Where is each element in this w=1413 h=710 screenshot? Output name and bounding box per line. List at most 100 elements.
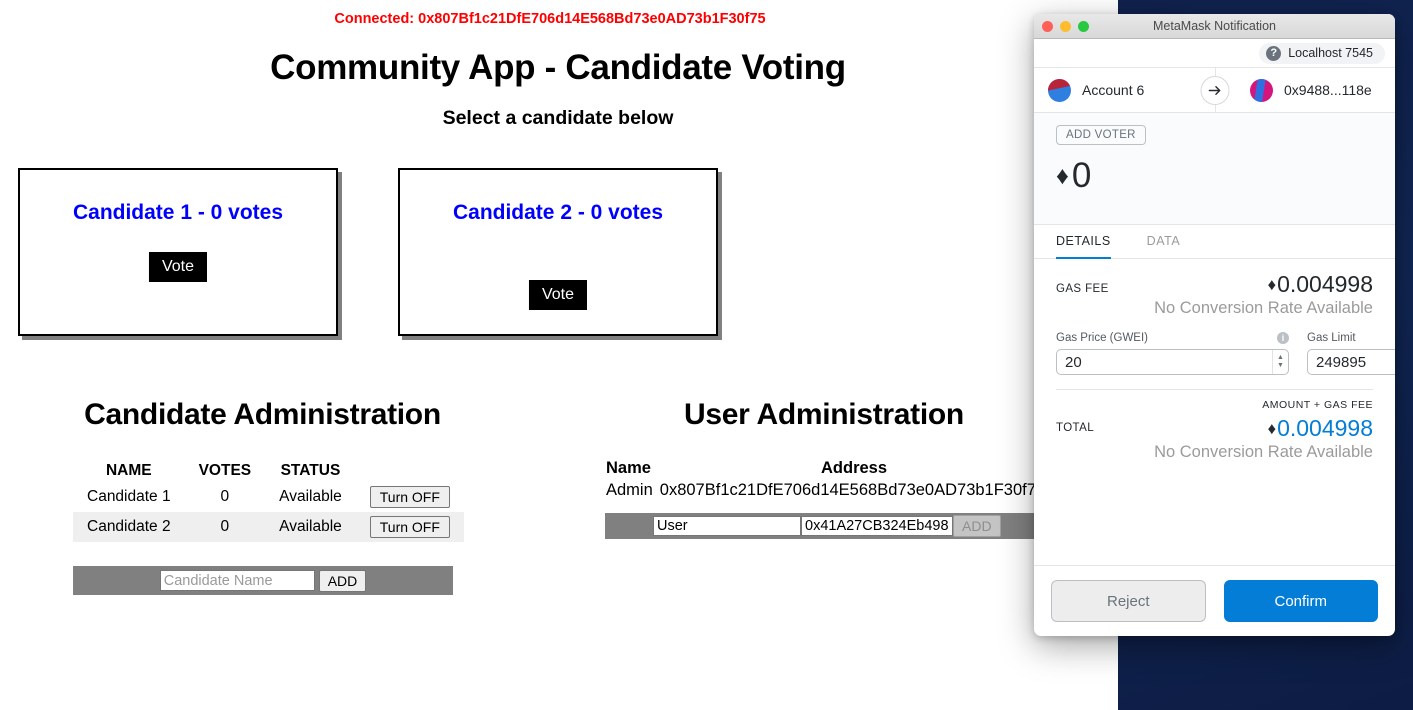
column-header-name: Name [606, 459, 651, 477]
cell-user-name: Admin [606, 481, 653, 499]
column-header-address: Address [821, 459, 888, 477]
column-header-status: STATUS [280, 462, 341, 479]
turn-off-button-candidate-1[interactable]: Turn OFF [369, 486, 450, 508]
table-header-row: NAME VOTES STATUS [73, 460, 464, 482]
add-user-button[interactable]: ADD [953, 515, 1001, 537]
transaction-amount-block: ADD VOTER ♦ 0 [1034, 113, 1395, 225]
cell-candidate-votes: 0 [184, 512, 266, 542]
total-block: AMOUNT + GAS FEE TOTAL ♦ 0.004998 No Con… [1056, 390, 1373, 462]
metamask-notification-window: MetaMask Notification ? Localhost 7545 A… [1034, 14, 1395, 636]
candidate-admin-table: NAME VOTES STATUS Candidate 1 0 Availabl… [73, 460, 464, 542]
sender-avatar-icon [1048, 78, 1071, 102]
sender-account-label: Account 6 [1082, 82, 1145, 98]
gas-fee-amount: ♦ 0.004998 [1109, 271, 1373, 298]
tab-data[interactable]: DATA [1147, 225, 1180, 259]
gas-limit-field: Gas Limit i ▲▼ [1307, 332, 1395, 375]
gas-limit-field-head: Gas Limit i [1307, 332, 1395, 344]
page-subtitle: Select a candidate below [442, 107, 674, 129]
transaction-amount: ♦ 0 [1056, 156, 1395, 196]
column-header-action [356, 460, 464, 482]
gas-price-stepper[interactable]: ▲ ▼ [1272, 350, 1288, 374]
gas-fee-label: GAS FEE [1056, 283, 1109, 295]
transaction-details-panel: GAS FEE ♦ 0.004998 No Conversion Rate Av… [1034, 259, 1395, 462]
gas-fee-amount-value: 0.004998 [1277, 271, 1373, 297]
total-amount: ♦ 0.004998 [1094, 415, 1373, 442]
tab-details[interactable]: DETAILS [1056, 225, 1111, 259]
gas-price-input-wrap: ▲▼ [1056, 349, 1289, 375]
candidate-card-1[interactable]: Candidate 1 - 0 votes Vote [18, 168, 338, 336]
transaction-action-badge: ADD VOTER [1056, 125, 1146, 145]
accounts-row: Account 6 0x9488...118e [1034, 68, 1395, 113]
total-amount-value: 0.004998 [1277, 415, 1373, 441]
network-selector[interactable]: ? Localhost 7545 [1259, 42, 1385, 64]
gas-price-field-head: Gas Price (GWEI) i [1056, 332, 1289, 344]
minimize-window-icon[interactable] [1060, 20, 1071, 32]
close-window-icon[interactable] [1042, 20, 1053, 32]
page-title: Community App - Candidate Voting [270, 48, 846, 87]
table-row: Candidate 2 0 Available Turn OFF [73, 512, 464, 542]
user-administration-heading: User Administration [684, 398, 964, 431]
gas-inputs-row: Gas Price (GWEI) i ▲▼ Gas Limit i ▲▼ [1056, 332, 1395, 375]
ethereum-icon: ♦ [1056, 161, 1069, 190]
cell-candidate-votes: 0 [220, 488, 230, 505]
gas-limit-input[interactable] [1308, 350, 1395, 374]
candidate-name-input[interactable] [159, 570, 315, 591]
recipient-avatar-icon [1250, 78, 1273, 102]
info-icon[interactable]: i [1277, 332, 1289, 344]
gas-limit-input-wrap: ▲▼ [1307, 349, 1395, 375]
cell-candidate-status: Available [279, 488, 342, 505]
add-candidate-button[interactable]: ADD [318, 569, 367, 592]
gas-fee-conversion-note: No Conversion Rate Available [1154, 299, 1373, 317]
vote-button-candidate-2[interactable]: Vote [528, 280, 588, 310]
cell-candidate-name: Candidate 1 [87, 488, 171, 505]
question-mark-icon: ? [1266, 45, 1282, 61]
column-header-votes: VOTES [198, 462, 252, 479]
dapp-page: Connected: 0x807Bf1c21DfE706d14E568Bd73e… [0, 0, 1118, 710]
vote-button-candidate-1[interactable]: Vote [148, 252, 208, 282]
total-values: ♦ 0.004998 No Conversion Rate Available [1094, 415, 1373, 462]
candidate-card-title: Candidate 2 - 0 votes [452, 201, 664, 224]
column-header-name: NAME [105, 462, 152, 479]
window-titlebar: MetaMask Notification [1034, 14, 1395, 39]
total-label: TOTAL [1056, 422, 1094, 434]
gas-fee-values: ♦ 0.004998 No Conversion Rate Available [1109, 271, 1373, 318]
recipient-account-label: 0x9488...118e [1284, 82, 1372, 98]
turn-off-button-candidate-2[interactable]: Turn OFF [369, 516, 450, 538]
total-row: TOTAL ♦ 0.004998 No Conversion Rate Avai… [1056, 415, 1373, 462]
cell-candidate-name: Candidate 2 [73, 512, 185, 542]
user-name-input[interactable] [653, 516, 801, 536]
gas-fee-row: GAS FEE ♦ 0.004998 No Conversion Rate Av… [1056, 271, 1373, 318]
candidate-card-title: Candidate 1 - 0 votes [72, 201, 284, 224]
table-row: Candidate 1 0 Available Turn OFF [73, 482, 464, 512]
gas-price-input[interactable] [1057, 350, 1272, 374]
cell-candidate-status: Available [265, 512, 356, 542]
reject-button[interactable]: Reject [1051, 580, 1206, 622]
maximize-window-icon[interactable] [1078, 20, 1089, 32]
ethereum-icon: ♦ [1267, 418, 1277, 438]
cell-candidate-action: Turn OFF [355, 512, 464, 542]
window-controls [1042, 20, 1089, 32]
transaction-amount-value: 0 [1071, 156, 1092, 195]
connected-account-banner: Connected: 0x807Bf1c21DfE706d14E568Bd73e… [334, 11, 766, 27]
gas-limit-label: Gas Limit [1307, 332, 1356, 344]
table-row: Admin 0x807Bf1c21DfE706d14E568Bd73e0AD73b… [606, 481, 1045, 500]
gas-price-label: Gas Price (GWEI) [1056, 332, 1149, 344]
network-row: ? Localhost 7545 [1034, 39, 1395, 68]
gas-price-field: Gas Price (GWEI) i ▲▼ [1056, 332, 1289, 375]
recipient-account[interactable]: 0x9488...118e [1250, 78, 1372, 102]
candidate-administration-heading: Candidate Administration [84, 398, 441, 431]
transfer-arrow-icon [1200, 75, 1229, 105]
transaction-footer: Reject Confirm [1034, 565, 1395, 636]
total-conversion-note: No Conversion Rate Available [1154, 443, 1373, 461]
amount-plus-gas-label: AMOUNT + GAS FEE [1262, 399, 1373, 411]
candidate-card-2[interactable]: Candidate 2 - 0 votes Vote [398, 168, 718, 336]
ethereum-icon: ♦ [1267, 274, 1277, 294]
candidate-add-bar: ADD [73, 566, 453, 595]
cell-user-address: 0x807Bf1c21DfE706d14E568Bd73e0AD73b1F30f… [659, 481, 1046, 499]
sender-account[interactable]: Account 6 [1048, 78, 1145, 102]
user-admin-table-header: Name Address [606, 459, 887, 478]
user-address-input[interactable] [801, 516, 953, 536]
cell-candidate-action: Turn OFF [356, 482, 464, 512]
confirm-button[interactable]: Confirm [1223, 580, 1378, 622]
transaction-tabs: DETAILS DATA [1034, 225, 1395, 259]
